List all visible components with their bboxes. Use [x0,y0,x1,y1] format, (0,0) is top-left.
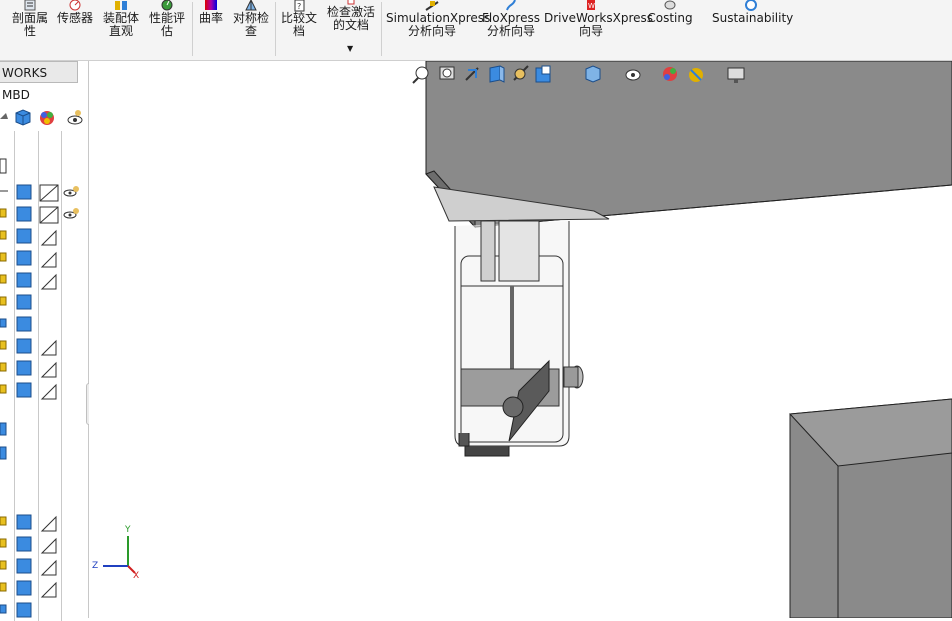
view-orientation-icon[interactable] [535,65,551,83]
assembly-visualization-button[interactable]: 装配体 直观 [100,0,142,60]
cube-icon[interactable] [15,109,31,126]
costing-button[interactable]: Costing [646,0,694,60]
eye-icons[interactable] [63,186,79,219]
section-properties-button[interactable]: 剖面属 性 [8,0,52,60]
svg-text:?: ? [297,2,301,11]
feature-manager-panel: WORKS MBD [0,61,96,621]
dropdown-arrow-icon[interactable]: ▼ [347,44,353,53]
ribbon-toolbar: 剖面属 性 传感器 装配体 直观 性能评 估 曲率 对称检 查 ? 比较文 档 … [0,0,952,61]
compare-documents-button[interactable]: ? 比较文 档 [278,0,320,60]
ribbon-separator [275,2,276,56]
sensor-button[interactable]: 传感器 [54,0,96,60]
panel-toolbar [0,109,83,126]
edit-appearance-icon[interactable] [663,67,677,81]
costing-label: Costing [647,11,693,25]
appearance-icon[interactable] [40,111,54,125]
axis-y-label: Y [125,525,131,535]
simulationxpress-label-2: 分析向导 [407,24,456,38]
ribbon-separator [192,2,193,56]
heads-up-view-toolbar [410,64,750,90]
component-icons[interactable] [0,208,7,614]
view-settings-icon[interactable] [727,67,745,83]
display-style-icon[interactable] [585,65,601,83]
floxpress-label-2: 分析向导 [486,24,535,38]
ribbon-separator [381,2,382,56]
zoom-to-area-icon[interactable] [439,66,455,80]
check-active-document-label-2: 的文档 [332,18,369,32]
visibility-cube-icons[interactable] [16,184,32,618]
assembly-visualization-label-2: 直观 [108,24,133,38]
feature-tree-grid [0,158,79,618]
axis-z-label: Z [92,561,99,571]
zoom-to-fit-icon[interactable] [412,66,429,84]
floxpress-button[interactable]: FloXpress 分析向导 [482,0,540,60]
hide-show-items-icon[interactable] [625,69,641,81]
axis-x-label: X [133,571,140,581]
svg-text:W: W [588,2,595,10]
base-block[interactable] [788,398,952,618]
sustainability-button[interactable]: Sustainability [712,0,794,60]
symmetry-check-button[interactable]: 对称检 查 [230,0,272,60]
display-state-icons[interactable] [39,184,59,598]
curvature-label: 曲率 [198,11,223,25]
model-canvas [103,61,952,618]
curvature-button[interactable]: 曲率 [196,0,226,60]
performance-evaluation-label-2: 估 [160,24,173,38]
apply-scene-icon[interactable] [689,68,703,82]
previous-view-icon[interactable] [465,67,479,81]
dynamic-annotation-icon[interactable] [513,65,529,81]
compare-documents-label-2: 档 [292,24,305,38]
axis-triad [103,536,136,574]
simulationxpress-button[interactable]: SimulationXpress 分析向导 [386,0,490,60]
performance-evaluation-button[interactable]: 性能评 估 [146,0,188,60]
graphics-viewport[interactable]: Y Z X [89,61,952,618]
scene-icon[interactable] [67,110,83,125]
sustainability-label: Sustainability [712,11,794,25]
sensor-label: 传感器 [56,11,93,25]
section-properties-label-2: 性 [23,24,36,38]
hide-show-icon[interactable] [0,113,8,119]
symmetry-check-label-2: 查 [244,24,257,38]
driveworksxpress-label-2: 向导 [578,24,603,38]
section-view-icon[interactable] [489,65,505,83]
tab-solidworks-mbd[interactable]: WORKS MBD [0,61,78,102]
driveworksxpress-button[interactable]: W DriveWorksXpress 向导 [544,0,653,60]
